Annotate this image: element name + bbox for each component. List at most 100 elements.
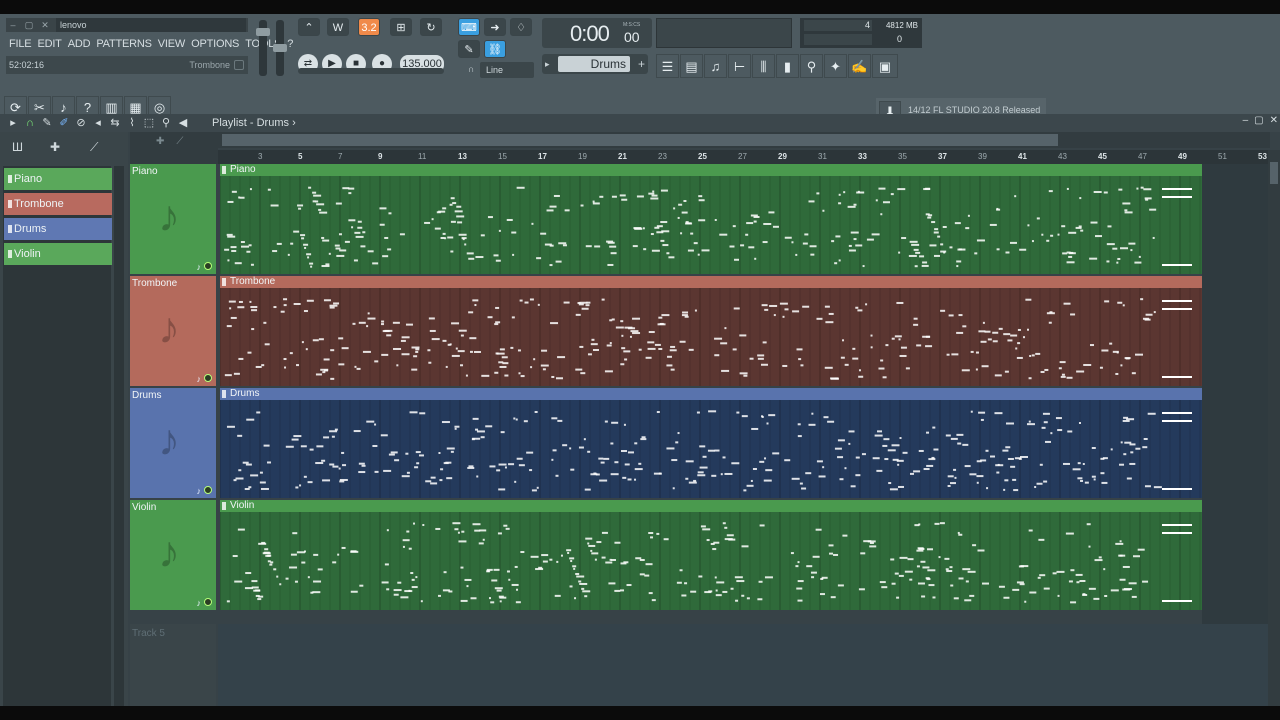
render-icon[interactable]: ▣: [872, 54, 898, 78]
note-icon: ♪: [158, 528, 180, 577]
picker-grid-icon[interactable]: Ш: [12, 140, 23, 154]
track-add-icon[interactable]: ✚: [156, 136, 164, 147]
paint-icon[interactable]: ✐: [57, 115, 71, 131]
step-forward-icon[interactable]: ➜: [484, 18, 506, 36]
minimize-icon[interactable]: –: [8, 20, 18, 30]
clip-title[interactable]: Violin: [220, 500, 1202, 512]
track-led[interactable]: [204, 374, 212, 382]
piano-roll-icon[interactable]: ♫: [704, 54, 727, 78]
project-icon[interactable]: ▮: [776, 54, 799, 78]
track-header-drums[interactable]: Drums ♪ ♪: [130, 388, 216, 498]
ruler-tick: 43: [1058, 152, 1067, 161]
pattern-name[interactable]: Drums: [558, 56, 630, 72]
menu-options[interactable]: OPTIONS: [188, 36, 242, 52]
playlist-close-icon[interactable]: ✕: [1270, 115, 1278, 126]
zoom-icon[interactable]: ⚲: [159, 115, 173, 131]
menu-view[interactable]: VIEW: [155, 36, 188, 52]
playlist-maximize-icon[interactable]: ▢: [1254, 115, 1263, 126]
mixer-icon[interactable]: ⫼: [752, 54, 775, 78]
track-header-piano[interactable]: Piano ♪ ♪: [130, 164, 216, 274]
menu-file[interactable]: FILE: [6, 36, 34, 52]
pattern-song-toggle[interactable]: 3.2: [358, 18, 380, 36]
typing-keyboard-icon[interactable]: ⌨: [458, 18, 480, 36]
plugin-icon[interactable]: ⚲: [800, 54, 823, 78]
clip-title[interactable]: Drums: [220, 388, 1202, 400]
ruler-tick: 29: [778, 152, 787, 161]
picker-move-icon[interactable]: ✚: [50, 140, 60, 154]
vscroll-thumb[interactable]: [1270, 162, 1278, 184]
browser-icon[interactable]: ⊢: [728, 54, 751, 78]
mute-icon[interactable]: ◂: [91, 115, 105, 131]
note-small-icon: ♪: [196, 262, 202, 272]
playlist-minimize-icon[interactable]: –: [1243, 115, 1249, 126]
maximize-icon[interactable]: ▢: [24, 20, 34, 30]
track-led[interactable]: [204, 486, 212, 494]
menu-arrow-icon[interactable]: ▸: [6, 115, 20, 131]
memory: 4812 MB: [885, 21, 918, 30]
menu-edit[interactable]: EDIT: [34, 36, 64, 52]
pattern-item-drums[interactable]: Drums: [4, 218, 112, 240]
window-title[interactable]: lenovo: [56, 18, 246, 32]
delete-icon[interactable]: ⊘: [74, 115, 88, 131]
horizontal-scrollbar[interactable]: [218, 132, 1270, 148]
track-led[interactable]: [204, 598, 212, 606]
main-pitch-slider[interactable]: [298, 68, 444, 74]
playlist-icon[interactable]: ☰: [656, 54, 679, 78]
scroll-thumb[interactable]: [222, 134, 1058, 146]
pattern-selector[interactable]: ▸ Drums +: [542, 54, 648, 74]
step-edit-icon[interactable]: ⊞: [390, 18, 412, 36]
vertical-scrollbar[interactable]: [1268, 150, 1280, 706]
playlist-title-arrow[interactable]: ›: [292, 117, 296, 129]
slip-icon[interactable]: ⇆: [108, 115, 122, 131]
touch-icon[interactable]: ✦: [824, 54, 847, 78]
clip-title[interactable]: Trombone: [220, 276, 1202, 288]
pattern-clip-violin[interactable]: Violin: [220, 500, 1202, 610]
master-pitch-slider[interactable]: [273, 20, 287, 76]
menu-add[interactable]: ADD: [65, 36, 94, 52]
pattern-item-trombone[interactable]: Trombone: [4, 193, 112, 215]
grid-overflow[interactable]: [1202, 164, 1268, 624]
channel-rack-icon[interactable]: ▤: [680, 54, 703, 78]
track-header-violin[interactable]: Violin ♪ ♪: [130, 500, 216, 610]
master-volume-slider[interactable]: [256, 20, 270, 76]
picker-scrollbar[interactable]: [114, 166, 124, 706]
ruler-tick: 49: [1178, 152, 1187, 161]
select-icon[interactable]: ⬚: [142, 115, 156, 131]
empty-grid[interactable]: [218, 624, 1270, 706]
track-header-trombone[interactable]: Trombone ♪ ♪: [130, 276, 216, 386]
pattern-clip-piano[interactable]: Piano: [220, 164, 1202, 274]
draw-icon[interactable]: ✎: [40, 115, 54, 131]
pen-icon[interactable]: ✍: [848, 54, 871, 78]
pattern-clip-trombone[interactable]: Trombone: [220, 276, 1202, 386]
snap-select[interactable]: Line: [480, 62, 534, 78]
pattern-clip-drums[interactable]: Drums: [220, 388, 1202, 498]
track-led[interactable]: [204, 262, 212, 270]
ruler-tick: 11: [418, 152, 427, 161]
timeline-ruler[interactable]: 3 5 7 9 11 13 15 17 19 21 23 25 27 29 31 33 35 37 39 41 43 45…: [218, 150, 1270, 164]
add-pattern-icon[interactable]: +: [638, 56, 645, 72]
picker-link-icon[interactable]: ⟋: [90, 140, 98, 155]
hint-time: 52:02:16: [9, 60, 45, 70]
loop-record-icon[interactable]: ↻: [420, 18, 442, 36]
pattern-arrow-icon[interactable]: ▸: [545, 56, 550, 72]
menu-patterns[interactable]: PATTERNS: [93, 36, 154, 52]
magnet-icon[interactable]: ∩: [468, 64, 474, 74]
track-5-header[interactable]: Track 5: [130, 624, 216, 706]
wait-icon[interactable]: W: [327, 18, 349, 36]
toolbar-area: – ▢ ✕ lenovo FILE EDIT ADD PATTERNS VIEW…: [0, 14, 1280, 124]
clip-notes: [220, 400, 1202, 498]
pattern-item-violin[interactable]: Violin: [4, 243, 112, 265]
slice-icon[interactable]: ⌇: [125, 115, 139, 131]
snap-magnet-icon[interactable]: ∩: [23, 115, 37, 131]
recording-filter-icon[interactable]: ♢: [510, 18, 532, 36]
clip-title[interactable]: Piano: [220, 164, 1202, 176]
note-icon: ♪: [158, 416, 180, 465]
metronome-icon[interactable]: ⌃: [298, 18, 320, 36]
close-icon[interactable]: ✕: [40, 20, 50, 30]
snap-brush-icon[interactable]: ✎: [458, 40, 480, 58]
time-display: 0:00: [570, 21, 610, 46]
playback-icon[interactable]: ◀: [176, 115, 190, 131]
pattern-item-piano[interactable]: Piano: [4, 168, 112, 190]
link-icon[interactable]: ⛓: [484, 40, 506, 58]
track-link-icon[interactable]: ⟋: [176, 136, 183, 147]
